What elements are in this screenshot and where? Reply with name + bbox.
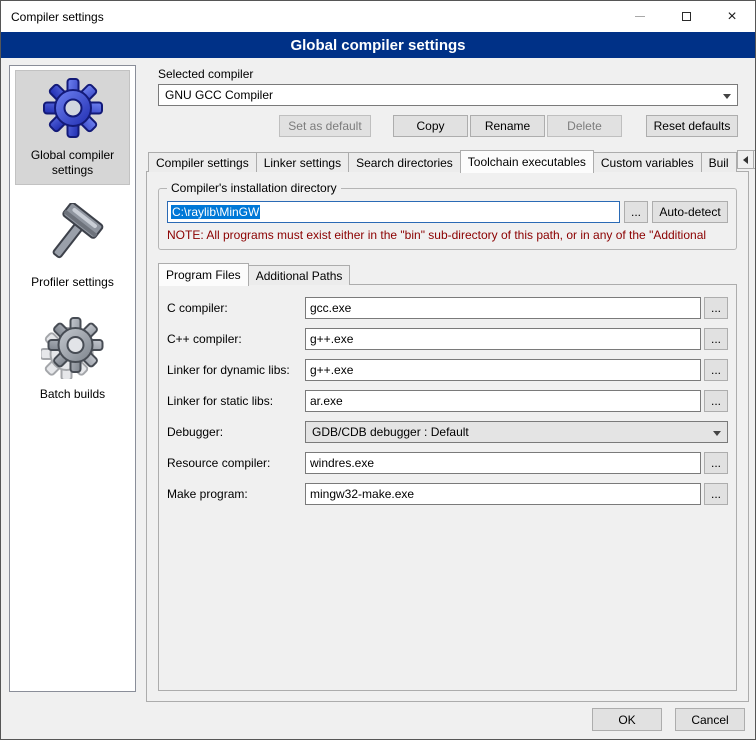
copy-button[interactable]: Copy xyxy=(393,115,468,137)
dialog-footer: OK Cancel xyxy=(592,708,745,731)
cpp-compiler-label: C++ compiler: xyxy=(167,332,305,346)
make-program-row: Make program: ... xyxy=(167,483,728,505)
debugger-dropdown[interactable]: GDB/CDB debugger : Default xyxy=(305,421,728,443)
rename-button[interactable]: Rename xyxy=(470,115,545,137)
dynamic-linker-label: Linker for dynamic libs: xyxy=(167,363,305,377)
window-title: Compiler settings xyxy=(1,10,617,24)
tab-build-options[interactable]: Buil xyxy=(701,152,737,172)
static-linker-row: Linker for static libs: ... xyxy=(167,390,728,412)
selected-compiler-label: Selected compiler xyxy=(158,67,253,81)
c-compiler-input[interactable] xyxy=(305,297,701,319)
cancel-button[interactable]: Cancel xyxy=(675,708,745,731)
resource-compiler-input[interactable] xyxy=(305,452,701,474)
tab-linker-settings[interactable]: Linker settings xyxy=(256,152,349,172)
sidebar-item-batch-builds[interactable]: Batch builds xyxy=(15,309,130,409)
tab-compiler-settings[interactable]: Compiler settings xyxy=(148,152,257,172)
c-compiler-browse-button[interactable]: ... xyxy=(704,297,728,319)
maximize-icon xyxy=(682,12,691,21)
program-files-panel: C compiler: ... C++ compiler: ... Linker… xyxy=(158,284,737,691)
maximize-button[interactable] xyxy=(663,1,709,32)
titlebar: Compiler settings × xyxy=(1,1,755,32)
installation-directory-value: C:\raylib\MinGW xyxy=(171,205,260,219)
make-program-browse-button[interactable]: ... xyxy=(704,483,728,505)
settings-category-list: Global compiler settings Profiler settin… xyxy=(9,65,136,692)
sidebar-item-label: Batch builds xyxy=(40,387,105,402)
make-program-input[interactable] xyxy=(305,483,701,505)
c-compiler-label: C compiler: xyxy=(167,301,305,315)
profiler-hammer-icon xyxy=(41,203,105,267)
static-linker-input[interactable] xyxy=(305,390,701,412)
installation-directory-input[interactable]: C:\raylib\MinGW xyxy=(167,201,620,223)
tab-scroll-left-button[interactable] xyxy=(737,150,754,169)
installation-directory-browse-button[interactable]: ... xyxy=(624,201,648,223)
chevron-down-icon xyxy=(713,431,721,436)
bin-subdirectory-note: NOTE: All programs must exist either in … xyxy=(167,228,728,242)
chevron-down-icon xyxy=(723,94,731,99)
cpp-compiler-input[interactable] xyxy=(305,328,701,350)
autodetect-button[interactable]: Auto-detect xyxy=(652,201,728,223)
dynamic-linker-row: Linker for dynamic libs: ... xyxy=(167,359,728,381)
blue-gear-icon xyxy=(41,76,105,140)
reset-defaults-button[interactable]: Reset defaults xyxy=(646,115,738,137)
compiler-buttons-row: Set as default Copy Rename Delete Reset … xyxy=(158,115,738,137)
close-button[interactable]: × xyxy=(709,1,755,32)
selected-compiler-value: GNU GCC Compiler xyxy=(165,88,273,102)
close-icon: × xyxy=(727,9,736,25)
make-program-label: Make program: xyxy=(167,487,305,501)
toolchain-executables-panel: Compiler's installation directory C:\ray… xyxy=(146,171,749,702)
settings-tabstrip: Compiler settings Linker settings Search… xyxy=(148,149,749,172)
debugger-row: Debugger: GDB/CDB debugger : Default xyxy=(167,421,728,443)
dynamic-linker-browse-button[interactable]: ... xyxy=(704,359,728,381)
delete-button: Delete xyxy=(547,115,622,137)
tab-toolchain-executables[interactable]: Toolchain executables xyxy=(460,150,594,173)
dialog-header: Global compiler settings xyxy=(1,32,755,58)
debugger-value: GDB/CDB debugger : Default xyxy=(312,425,469,439)
tab-scroll-right-button[interactable] xyxy=(753,150,756,169)
resource-compiler-label: Resource compiler: xyxy=(167,456,305,470)
debugger-label: Debugger: xyxy=(167,425,305,439)
tab-program-files[interactable]: Program Files xyxy=(158,263,249,286)
tab-search-directories[interactable]: Search directories xyxy=(348,152,461,172)
sidebar-item-label: Global compiler settings xyxy=(18,148,127,178)
installation-directory-title: Compiler's installation directory xyxy=(167,181,341,195)
selected-compiler-dropdown[interactable]: GNU GCC Compiler xyxy=(158,84,738,106)
tab-custom-variables[interactable]: Custom variables xyxy=(593,152,702,172)
dialog-header-title: Global compiler settings xyxy=(290,37,465,54)
resource-compiler-browse-button[interactable]: ... xyxy=(704,452,728,474)
ok-button[interactable]: OK xyxy=(592,708,662,731)
minimize-button xyxy=(617,1,663,32)
installation-directory-groupbox: Compiler's installation directory C:\ray… xyxy=(158,188,737,250)
arrow-left-icon xyxy=(743,156,748,164)
c-compiler-row: C compiler: ... xyxy=(167,297,728,319)
tab-additional-paths[interactable]: Additional Paths xyxy=(248,265,351,285)
sidebar-item-profiler-settings[interactable]: Profiler settings xyxy=(15,197,130,297)
compiler-settings-dialog: Compiler settings × Global compiler sett… xyxy=(0,0,756,740)
minimize-icon xyxy=(635,16,645,17)
gray-gear-stack-icon xyxy=(41,315,105,379)
dynamic-linker-input[interactable] xyxy=(305,359,701,381)
cpp-compiler-browse-button[interactable]: ... xyxy=(704,328,728,350)
cpp-compiler-row: C++ compiler: ... xyxy=(167,328,728,350)
window-controls: × xyxy=(617,1,755,32)
program-files-tabstrip: Program Files Additional Paths xyxy=(158,262,737,285)
main-panel: Selected compiler GNU GCC Compiler Set a… xyxy=(146,65,749,702)
sidebar-item-global-compiler-settings[interactable]: Global compiler settings xyxy=(15,70,130,185)
installation-directory-row: C:\raylib\MinGW ... Auto-detect xyxy=(167,201,728,223)
static-linker-browse-button[interactable]: ... xyxy=(704,390,728,412)
set-as-default-button: Set as default xyxy=(279,115,371,137)
resource-compiler-row: Resource compiler: ... xyxy=(167,452,728,474)
tab-scroll-arrows xyxy=(737,150,756,169)
static-linker-label: Linker for static libs: xyxy=(167,394,305,408)
sidebar-item-label: Profiler settings xyxy=(31,275,114,290)
